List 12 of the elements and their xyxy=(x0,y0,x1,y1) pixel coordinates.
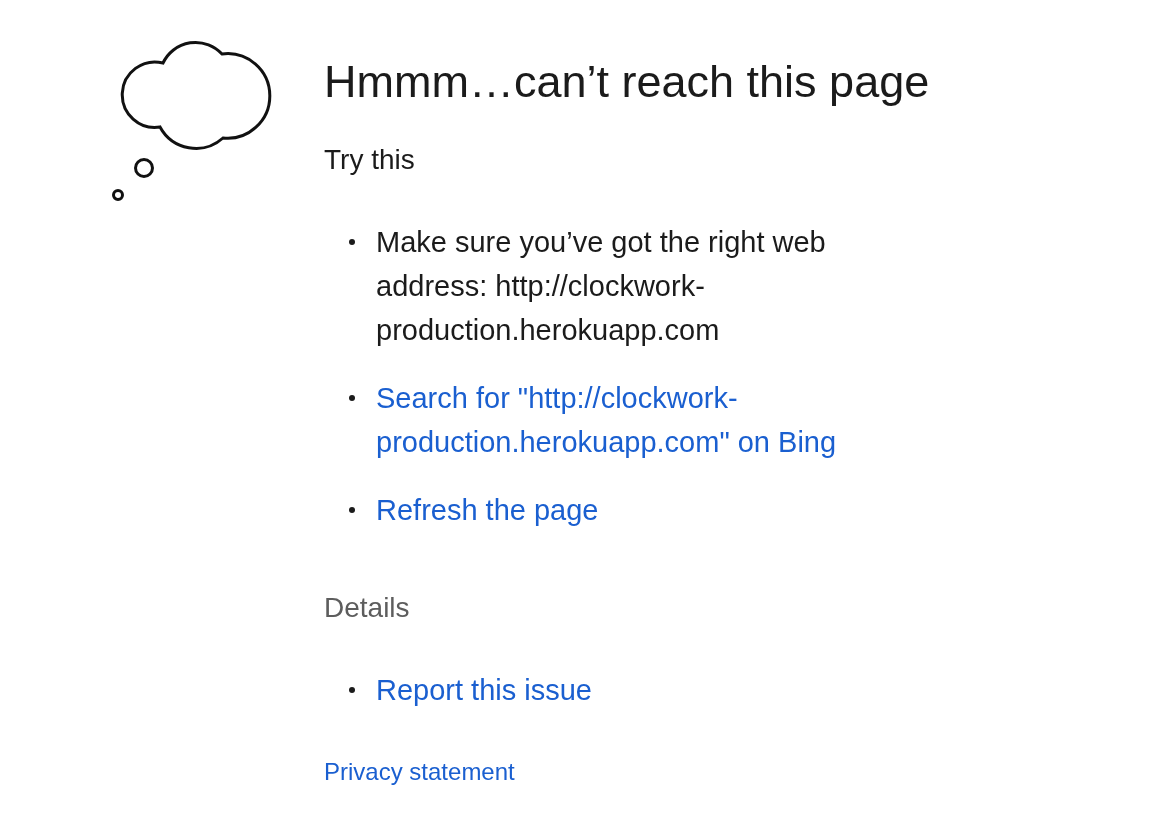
section-heading: Try this xyxy=(324,144,416,176)
privacy-link[interactable]: Privacy statement xyxy=(324,758,515,786)
suggestion-text: Make sure you’ve got the right web address: http://clockwork-production.herokuapp.com xyxy=(376,225,827,348)
bullet-icon xyxy=(349,507,355,513)
text-link[interactable]: Search for "http://clockwork-production.herokuapp.com" on Bing xyxy=(376,376,876,464)
bullet-icon xyxy=(349,687,355,693)
page-title: Hmmm…can’t reach this page xyxy=(324,56,931,108)
text-link[interactable]: Refresh the page xyxy=(376,488,876,532)
bullet-icon xyxy=(349,395,355,401)
bullet-icon xyxy=(349,239,355,245)
text-link[interactable]: Report this issue xyxy=(376,668,876,712)
section-heading: Details xyxy=(324,592,411,624)
